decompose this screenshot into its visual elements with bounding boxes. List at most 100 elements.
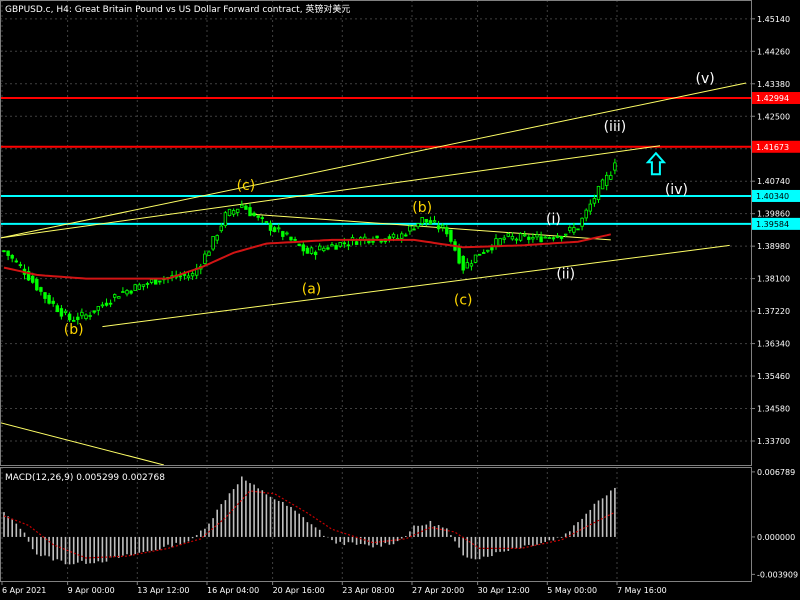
candle-body bbox=[609, 175, 613, 180]
candle-body bbox=[605, 174, 609, 186]
candle-body bbox=[297, 243, 301, 246]
wave-label: (a) bbox=[302, 281, 322, 297]
y-tick-label: 1.37220 bbox=[757, 307, 790, 316]
candle-body bbox=[445, 227, 449, 235]
candle-body bbox=[281, 231, 285, 237]
candle-body bbox=[416, 223, 420, 228]
x-tick-label: 30 Apr 12:00 bbox=[478, 586, 530, 595]
candle-body bbox=[559, 236, 564, 239]
x-tick-label: 16 Apr 04:00 bbox=[207, 586, 259, 595]
y-tick-label: 1.34580 bbox=[757, 405, 790, 414]
candle-body bbox=[535, 234, 539, 238]
candle-body bbox=[498, 238, 502, 246]
wave-label: (iv) bbox=[665, 182, 688, 198]
candle-body bbox=[158, 280, 162, 283]
candle-body bbox=[125, 290, 129, 295]
candle-body bbox=[568, 226, 572, 231]
candle-body bbox=[330, 244, 334, 247]
candle-body bbox=[76, 316, 80, 320]
candle-body bbox=[235, 208, 240, 213]
candle-body bbox=[469, 263, 474, 267]
candle-body bbox=[285, 232, 289, 235]
candle-body bbox=[268, 223, 273, 231]
candle-body bbox=[506, 233, 510, 237]
wave-label: (b) bbox=[412, 200, 432, 216]
macd-y-tick-label: -0.003909 bbox=[757, 570, 798, 579]
wave-label: (c) bbox=[454, 292, 473, 308]
candle-body bbox=[576, 228, 580, 231]
candle-body bbox=[92, 310, 96, 313]
candle-body bbox=[322, 247, 326, 252]
candle-body bbox=[309, 247, 314, 254]
y-tick-label: 1.40740 bbox=[757, 177, 790, 186]
candle-body bbox=[301, 244, 305, 252]
candle-body bbox=[473, 254, 478, 263]
candle-body bbox=[104, 302, 109, 306]
candle-body bbox=[100, 304, 105, 307]
candle-body bbox=[63, 310, 68, 314]
candle-body bbox=[227, 208, 232, 216]
candle-body bbox=[527, 236, 531, 240]
candle-body bbox=[354, 241, 359, 245]
candle-body bbox=[477, 253, 482, 256]
candle-body bbox=[43, 292, 47, 299]
y-tick-label: 1.36340 bbox=[757, 340, 790, 349]
candle-body bbox=[2, 250, 6, 253]
candle-body bbox=[145, 283, 150, 285]
candle-body bbox=[289, 236, 293, 241]
candle-body bbox=[252, 212, 256, 216]
candle-body bbox=[215, 235, 219, 241]
price-chart[interactable]: (b) (c) (a) (b) (c) (i) (ii) (iii) (iv) (v) 1.451… bbox=[0, 0, 800, 600]
candle-body bbox=[481, 252, 486, 254]
candle-body bbox=[490, 247, 494, 251]
candle-body bbox=[276, 227, 281, 230]
candle-body bbox=[342, 242, 346, 245]
candle-body bbox=[190, 273, 195, 277]
candle-body bbox=[404, 234, 408, 237]
candle-body bbox=[6, 250, 10, 256]
candle-body bbox=[420, 217, 424, 224]
candle-body bbox=[326, 247, 330, 250]
candle-body bbox=[186, 275, 191, 279]
candle-body bbox=[207, 251, 211, 256]
candle-body bbox=[465, 262, 469, 269]
candle-body bbox=[121, 291, 125, 293]
level-price-label: 1.41673 bbox=[756, 143, 789, 152]
candle-body bbox=[584, 209, 588, 219]
candle-body bbox=[564, 233, 568, 236]
chart-title: GBPUSD.c, H4: Great Britain Pound vs US … bbox=[5, 3, 350, 15]
x-tick-label: 9 Apr 00:00 bbox=[68, 586, 115, 595]
candle-body bbox=[412, 228, 416, 231]
wave-label: (iii) bbox=[604, 119, 627, 135]
candle-body bbox=[457, 246, 461, 264]
x-tick-label: 23 Apr 08:00 bbox=[342, 586, 394, 595]
candle-body bbox=[108, 302, 113, 305]
y-tick-label: 1.45140 bbox=[757, 15, 790, 24]
candle-body bbox=[231, 210, 236, 215]
candle-body bbox=[47, 294, 51, 304]
candle-body bbox=[514, 238, 519, 241]
candle-body bbox=[248, 207, 252, 217]
chart-background bbox=[0, 0, 800, 600]
y-tick-label: 1.42500 bbox=[757, 112, 790, 121]
candle-body bbox=[596, 185, 601, 201]
candle-body bbox=[240, 204, 244, 208]
candle-body bbox=[293, 239, 297, 241]
candle-body bbox=[313, 251, 318, 256]
candle-body bbox=[436, 225, 441, 230]
y-tick-label: 1.33700 bbox=[757, 437, 790, 446]
candle-body bbox=[432, 220, 437, 223]
wave-label: (c) bbox=[237, 178, 256, 194]
x-tick-label: 6 Apr 2021 bbox=[2, 586, 46, 595]
candle-body bbox=[272, 227, 277, 232]
candle-body bbox=[486, 249, 490, 252]
candle-body bbox=[149, 279, 154, 283]
candle-body bbox=[84, 314, 88, 319]
x-tick-label: 20 Apr 16:00 bbox=[273, 586, 325, 595]
wave-label: (i) bbox=[546, 211, 561, 227]
candle-body bbox=[88, 315, 92, 317]
macd-y-tick-label: 0.006789 bbox=[757, 468, 795, 477]
candle-body bbox=[51, 300, 55, 304]
candle-body bbox=[539, 236, 543, 243]
candle-body bbox=[440, 224, 445, 228]
